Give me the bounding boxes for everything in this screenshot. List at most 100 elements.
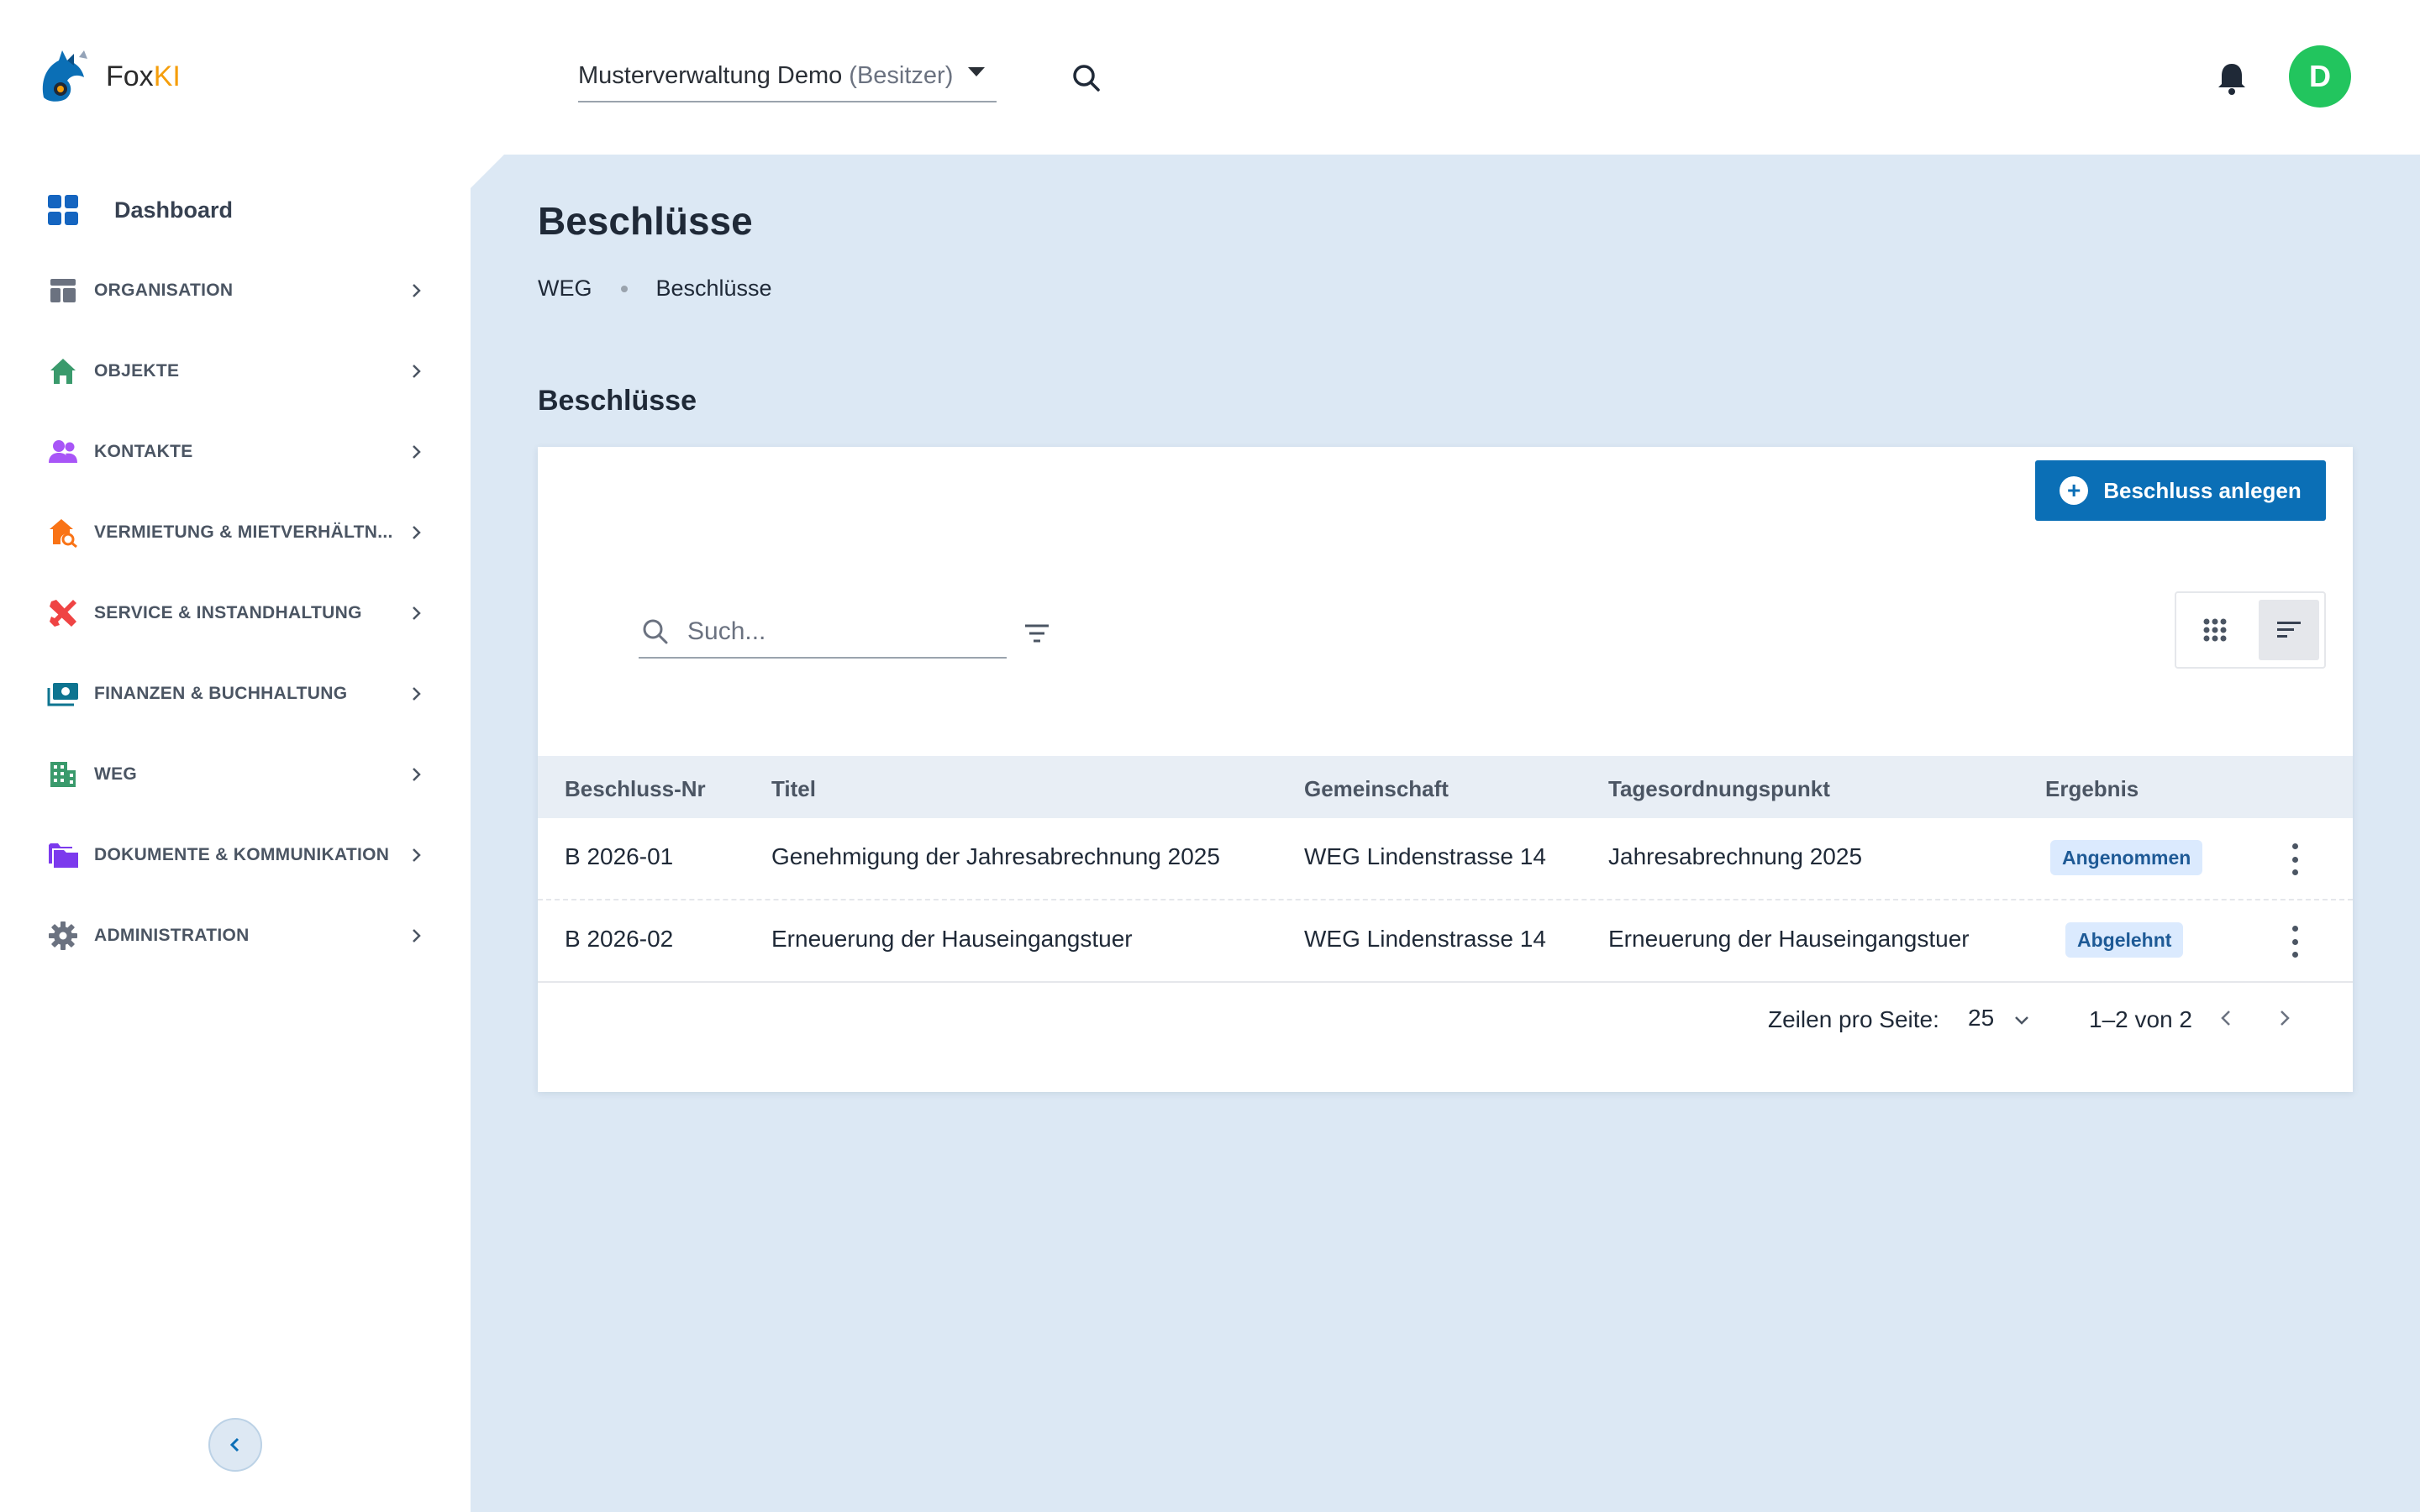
chevron-right-icon xyxy=(413,526,421,539)
chevron-right-icon xyxy=(413,687,421,701)
search-icon[interactable] xyxy=(1071,62,1102,94)
view-toggle xyxy=(2175,591,2326,669)
cell-titel: Erneuerung der Hauseingangstuer xyxy=(771,926,1133,952)
prev-page-button[interactable] xyxy=(2212,1003,2242,1033)
sidebar-item-label: FINANZEN & BUCHHALTUNG xyxy=(94,684,348,703)
fox-logo-icon xyxy=(42,50,87,102)
sidebar-item-weg[interactable]: WEG xyxy=(47,749,425,800)
sidebar-item-kontakte[interactable]: KONTAKTE xyxy=(47,427,425,477)
search-icon xyxy=(643,619,668,644)
sidebar-item-dokumente[interactable]: DOKUMENTE & KOMMUNIKATION xyxy=(47,830,425,880)
grid-view-button[interactable] xyxy=(2185,600,2245,660)
user-avatar[interactable]: D xyxy=(2289,45,2351,108)
rows-per-page-select[interactable]: 25 xyxy=(1968,1005,1994,1032)
dashboard-icon xyxy=(48,195,78,225)
column-header-ergebnis[interactable]: Ergebnis xyxy=(2045,776,2139,802)
row-menu-icon[interactable] xyxy=(2284,926,2306,958)
sidebar-item-label: OBJEKTE xyxy=(94,361,180,381)
table-header: Beschluss-Nr Titel Gemeinschaft Tagesord… xyxy=(538,756,2353,818)
chevron-right-icon xyxy=(413,768,421,781)
sidebar-item-dashboard[interactable]: Dashboard xyxy=(47,185,233,235)
sidebar-item-vermietung[interactable]: VERMIETUNG & MIETVERHÄLTN... xyxy=(47,507,425,558)
status-badge: Abgelehnt xyxy=(2065,922,2184,958)
house-search-icon xyxy=(47,517,79,549)
grid-dots-icon xyxy=(2203,618,2227,642)
chevron-right-icon xyxy=(413,848,421,862)
list-view-button[interactable] xyxy=(2259,600,2319,660)
tools-icon xyxy=(47,597,79,629)
status-badge: Angenommen xyxy=(2050,840,2203,875)
money-icon xyxy=(47,678,79,710)
cell-gemeinschaft: WEG Lindenstrasse 14 xyxy=(1304,926,1546,952)
breadcrumb-item-weg[interactable]: WEG xyxy=(538,276,592,302)
sidebar: Dashboard ORGANISATION OBJEKTE KONTAKTE … xyxy=(0,155,471,1512)
sidebar-item-label: Dashboard xyxy=(114,197,234,223)
column-header-gemeinschaft[interactable]: Gemeinschaft xyxy=(1304,776,1449,802)
pagination: Zeilen pro Seite: 25 1–2 von 2 xyxy=(538,984,2353,1052)
building-icon xyxy=(47,759,79,790)
organisation-select[interactable]: Musterverwaltung Demo (Besitzer) xyxy=(578,50,997,102)
rows-per-page-label: Zeilen pro Seite: xyxy=(1768,1006,1939,1032)
sidebar-item-administration[interactable]: ADMINISTRATION xyxy=(47,911,425,961)
resolutions-table: Beschluss-Nr Titel Gemeinschaft Tagesord… xyxy=(538,756,2353,983)
people-icon xyxy=(47,436,79,468)
organisation-icon xyxy=(47,275,79,307)
chevron-right-icon xyxy=(2281,1011,2290,1026)
breadcrumb-item-current: Beschlüsse xyxy=(655,276,772,301)
gear-icon xyxy=(47,920,79,952)
sidebar-item-label: DOKUMENTE & KOMMUNIKATION xyxy=(94,845,390,864)
app-name: FoxKI xyxy=(106,60,181,92)
sidebar-item-organisation[interactable]: ORGANISATION xyxy=(47,265,425,316)
section-title: Beschlüsse xyxy=(538,385,697,417)
cell-gemeinschaft: WEG Lindenstrasse 14 xyxy=(1304,843,1546,869)
resolutions-card: + Beschluss anlegen Beschluss-Nr Titel G… xyxy=(538,447,2353,1092)
list-sort-icon xyxy=(2277,622,2301,638)
chevron-down-icon[interactable] xyxy=(2012,1010,2032,1030)
chevron-right-icon xyxy=(413,606,421,620)
table-row[interactable]: B 2026-01 Genehmigung der Jahresabrechnu… xyxy=(538,818,2353,900)
chevron-right-icon xyxy=(413,929,421,942)
app-logo[interactable]: FoxKI xyxy=(37,49,181,104)
bell-icon[interactable] xyxy=(2215,60,2249,96)
column-header-tagesordnungspunkt[interactable]: Tagesordnungspunkt xyxy=(1608,776,1830,802)
organisation-name: Musterverwaltung Demo xyxy=(578,61,843,89)
cell-tagesordnungspunkt: Jahresabrechnung 2025 xyxy=(1608,843,1863,869)
sidebar-item-objekte[interactable]: OBJEKTE xyxy=(47,346,425,396)
chevron-left-icon xyxy=(2221,1011,2230,1026)
table-row[interactable]: B 2026-02 Erneuerung der Hauseingangstue… xyxy=(538,900,2353,983)
sidebar-collapse-button[interactable] xyxy=(208,1418,262,1472)
next-page-button[interactable] xyxy=(2269,1003,2299,1033)
sidebar-item-label: SERVICE & INSTANDHALTUNG xyxy=(94,603,362,622)
sidebar-item-service[interactable]: SERVICE & INSTANDHALTUNG xyxy=(47,588,425,638)
filter-icon[interactable] xyxy=(1022,618,1052,648)
chevron-left-icon xyxy=(229,1437,239,1452)
folder-icon xyxy=(47,839,79,871)
add-resolution-button[interactable]: + Beschluss anlegen xyxy=(2035,460,2326,521)
plus-icon: + xyxy=(2060,476,2089,505)
cell-tagesordnungspunkt: Erneuerung der Hauseingangstuer xyxy=(1608,926,1970,952)
cell-nr: B 2026-01 xyxy=(565,843,674,869)
breadcrumb-separator xyxy=(620,285,628,292)
sidebar-item-label: VERMIETUNG & MIETVERHÄLTN... xyxy=(94,522,393,542)
chevron-right-icon xyxy=(413,445,421,459)
cell-nr: B 2026-02 xyxy=(565,926,674,952)
sidebar-item-label: KONTAKTE xyxy=(94,442,193,461)
column-header-nr[interactable]: Beschluss-Nr xyxy=(565,776,706,802)
sidebar-item-finanzen[interactable]: FINANZEN & BUCHHALTUNG xyxy=(47,669,425,719)
caret-down-icon xyxy=(968,67,985,76)
chevron-right-icon xyxy=(413,365,421,378)
page-title: Beschlüsse xyxy=(538,199,753,243)
search-input[interactable] xyxy=(687,617,973,646)
sidebar-item-label: ADMINISTRATION xyxy=(94,926,250,945)
search-field xyxy=(639,606,1007,659)
chevron-right-icon xyxy=(413,284,421,297)
row-menu-icon[interactable] xyxy=(2284,843,2306,875)
organisation-role: (Besitzer) xyxy=(849,61,954,89)
page-range: 1–2 von 2 xyxy=(2089,1006,2192,1032)
home-icon xyxy=(47,355,79,387)
sidebar-item-label: ORGANISATION xyxy=(94,281,234,300)
column-header-titel[interactable]: Titel xyxy=(771,776,816,802)
sidebar-item-label: WEG xyxy=(94,764,138,784)
add-resolution-label: Beschluss anlegen xyxy=(2103,477,2302,503)
breadcrumb: WEG Beschlüsse xyxy=(538,276,772,302)
